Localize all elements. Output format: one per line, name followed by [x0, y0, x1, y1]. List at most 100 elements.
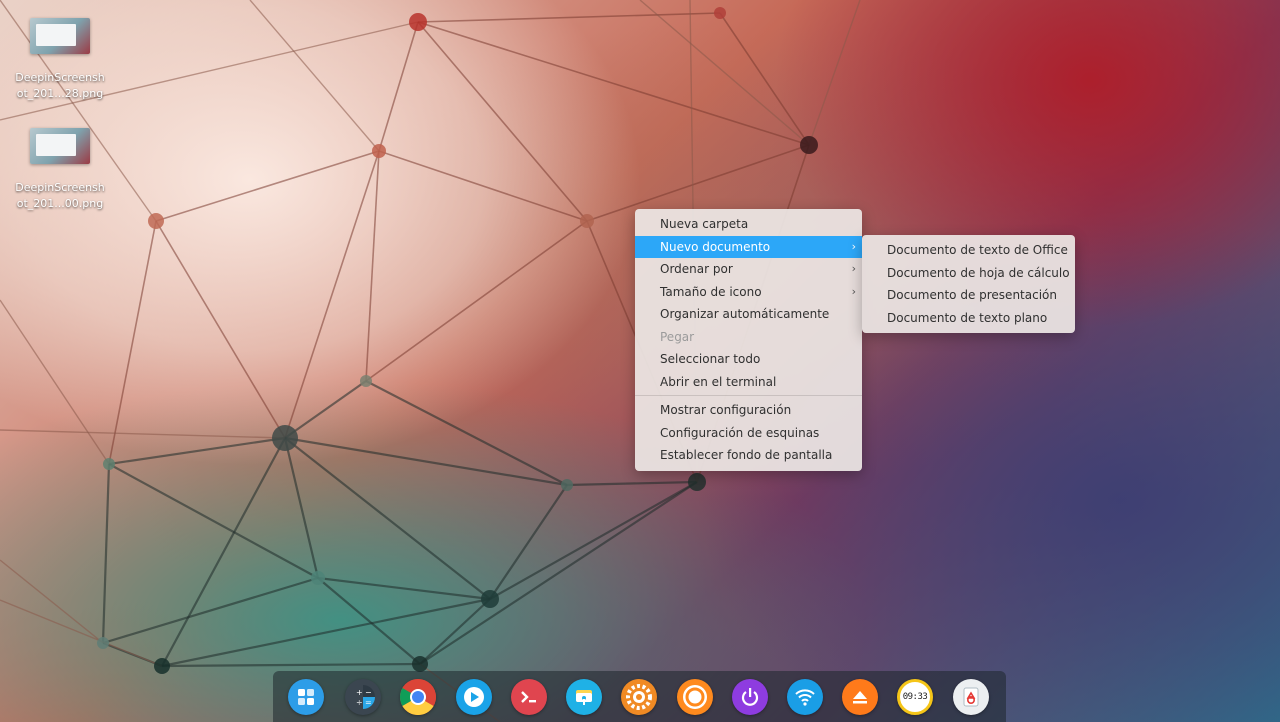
mesh-line [284, 380, 367, 439]
chevron-right-icon: › [851, 284, 856, 298]
menu-item-auto-arrange[interactable]: Organizar automáticamente [635, 303, 862, 326]
file-manager-icon[interactable] [566, 679, 602, 715]
menu-item-label: Ordenar por [660, 262, 733, 276]
chrome-icon[interactable] [400, 679, 436, 715]
mesh-line [317, 577, 421, 665]
mesh-line [489, 481, 698, 600]
chevron-right-icon: › [851, 239, 856, 253]
mesh-line [284, 436, 568, 487]
mesh-node [148, 213, 164, 229]
menu-item-label: Nueva carpeta [660, 217, 749, 231]
mesh-line [284, 150, 380, 439]
eject-icon[interactable] [842, 679, 878, 715]
mesh-node [272, 425, 298, 451]
mesh-line [161, 662, 421, 668]
menu-item-label: Documento de texto de Office [887, 243, 1068, 257]
mesh-node [580, 214, 594, 228]
mesh-line [317, 576, 491, 601]
clock-icon: 09:33 [897, 679, 933, 715]
mesh-node [97, 637, 109, 649]
mesh-line [417, 12, 721, 23]
svg-text:=: = [365, 698, 372, 707]
clock-time: 09:33 [902, 692, 928, 702]
menu-item-label: Organizar automáticamente [660, 307, 830, 321]
mesh-line [417, 21, 810, 146]
terminal-icon[interactable] [511, 679, 547, 715]
trash-icon[interactable] [953, 679, 989, 715]
mesh-node [311, 571, 325, 585]
desktop-context-menu: Nueva carpeta Nuevo documento › Ordenar p… [635, 209, 862, 471]
menu-item-label: Documento de presentación [887, 288, 1057, 302]
mesh-line [102, 576, 319, 645]
menu-item-select-all[interactable]: Seleccionar todo [635, 348, 862, 371]
mesh-node [714, 7, 726, 19]
media-player-icon[interactable] [456, 679, 492, 715]
mesh-line [155, 220, 286, 439]
mesh-line [378, 21, 419, 152]
mesh-node [409, 13, 427, 31]
mesh-line [0, 299, 110, 465]
menu-item-sort-by[interactable]: Ordenar por › [635, 258, 862, 281]
mesh-node [154, 658, 170, 674]
menu-item-display-settings[interactable]: Mostrar configuración [635, 399, 862, 422]
desktop-file-label: DeepinScreenshot_201...28.png [15, 71, 105, 100]
menu-item-label: Mostrar configuración [660, 403, 792, 417]
svg-text:÷: ÷ [356, 698, 363, 707]
menu-item-corner-settings[interactable]: Configuración de esquinas [635, 422, 862, 445]
settings-icon[interactable] [621, 679, 657, 715]
svg-text:−: − [365, 688, 372, 697]
wifi-icon[interactable] [787, 679, 823, 715]
mesh-line [419, 481, 698, 665]
mesh-node [103, 458, 115, 470]
menu-item-open-terminal[interactable]: Abrir en el terminal [635, 371, 862, 394]
menu-item-set-wallpaper[interactable]: Establecer fondo de pantalla [635, 444, 862, 467]
menu-item-label: Configuración de esquinas [660, 425, 820, 440]
submenu-item-presentation[interactable]: Documento de presentación [862, 284, 1075, 307]
mesh-node [372, 144, 386, 158]
mesh-line [155, 150, 380, 222]
mesh-node [561, 479, 573, 491]
svg-text:+: + [356, 688, 363, 697]
power-icon[interactable] [732, 679, 768, 715]
submenu-item-plain-text[interactable]: Documento de texto plano [862, 307, 1075, 330]
mesh-line [378, 150, 588, 222]
menu-item-label: Nuevo documento [660, 239, 771, 254]
dock: + − ÷ = 09:33 [273, 671, 1006, 722]
menu-item-label: Documento de hoja de cálculo [887, 265, 1070, 280]
mesh-node [688, 473, 706, 491]
menu-item-label: Pegar [660, 329, 695, 344]
mesh-line [0, 559, 104, 644]
menu-item-icon-size[interactable]: Tamaño de icono › [635, 281, 862, 304]
launcher-icon[interactable] [288, 679, 324, 715]
mesh-node [412, 656, 428, 672]
menu-item-new-document[interactable]: Nuevo documento › [635, 235, 862, 258]
calculator-icon[interactable]: + − ÷ = [345, 679, 381, 715]
menu-item-label: Documento de texto plano [887, 310, 1048, 325]
menu-item-new-folder[interactable]: Nueva carpeta [635, 213, 862, 236]
mesh-line [419, 598, 491, 665]
desktop-file-screenshot-1[interactable]: DeepinScreenshot_201...28.png [12, 18, 108, 102]
menu-item-paste: Pegar [635, 326, 862, 349]
mesh-line [108, 220, 157, 465]
menu-item-label: Seleccionar todo [660, 352, 761, 366]
chevron-right-icon: › [851, 262, 856, 275]
mesh-line [489, 484, 568, 600]
mesh-line [161, 597, 491, 668]
mesh-line [365, 380, 568, 486]
menu-item-label: Abrir en el terminal [660, 374, 777, 389]
desktop-file-screenshot-2[interactable]: DeepinScreenshot_201...00.png [12, 128, 108, 212]
mesh-line [101, 463, 111, 644]
mesh-line [108, 463, 319, 579]
mesh-line [365, 220, 588, 382]
mesh-line [249, 0, 380, 152]
support-icon[interactable] [677, 679, 713, 715]
mesh-line [417, 21, 588, 222]
submenu-item-spreadsheet[interactable]: Documento de hoja de cálculo [862, 262, 1075, 285]
new-document-submenu: Documento de texto de Office Documento d… [862, 235, 1075, 333]
submenu-item-office-text[interactable]: Documento de texto de Office [862, 239, 1075, 262]
mesh-node [360, 375, 372, 387]
mesh-line [808, 0, 861, 146]
menu-item-label: Establecer fondo de pantalla [660, 448, 833, 462]
mesh-node [481, 590, 499, 608]
mesh-line [161, 437, 286, 667]
